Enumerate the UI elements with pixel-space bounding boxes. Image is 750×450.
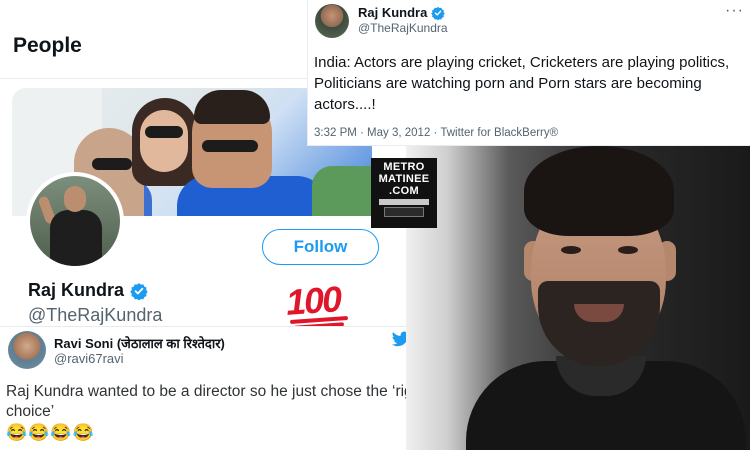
tweet-author-name-text: Raj Kundra — [358, 5, 428, 20]
tweet-emojis: 😂😂😂😂 — [6, 423, 95, 442]
logo-decoration — [379, 199, 429, 205]
tweet-author-handle[interactable]: @ravi67ravi — [54, 351, 124, 366]
tweet-author-handle[interactable]: @TheRajKundra — [358, 21, 448, 35]
profile-handle[interactable]: @TheRajKundra — [28, 305, 162, 326]
avatar[interactable] — [315, 4, 349, 38]
follow-button[interactable]: Follow — [262, 229, 379, 265]
logo-line-2: MATINEE — [378, 173, 430, 185]
profile-name-text: Raj Kundra — [28, 280, 125, 300]
logo-decoration — [384, 207, 424, 217]
tweet-text: Raj Kundra wanted to be a director so he… — [6, 383, 426, 420]
main-tweet[interactable]: Raj Kundra @TheRajKundra ··· India: Acto… — [307, 0, 750, 146]
profile-avatar[interactable] — [26, 172, 124, 270]
tweet-text: India: Actors are playing cricket, Crick… — [314, 54, 730, 113]
avatar[interactable] — [8, 331, 46, 369]
tweet-author-name[interactable]: Raj Kundra — [358, 5, 446, 20]
verified-badge-icon — [431, 6, 446, 20]
verified-badge-icon — [130, 282, 148, 300]
logo-line-3: .COM — [389, 185, 419, 197]
profile-name[interactable]: Raj Kundra — [28, 280, 148, 301]
portrait-photo — [406, 146, 750, 450]
more-icon[interactable]: ··· — [725, 2, 744, 20]
reply-tweet[interactable]: Ravi Soni (जेठालाल का रिश्तेदार) @ravi67… — [0, 326, 426, 450]
tweet-author-name[interactable]: Ravi Soni (जेठालाल का रिश्तेदार) — [54, 334, 225, 352]
logo-line-1: METRO — [383, 161, 425, 173]
tweet-timestamp[interactable]: 3:32 PM · May 3, 2012 · Twitter for Blac… — [314, 127, 558, 139]
site-logo: METRO MATINEE .COM — [371, 158, 437, 228]
people-title: People — [13, 34, 82, 57]
